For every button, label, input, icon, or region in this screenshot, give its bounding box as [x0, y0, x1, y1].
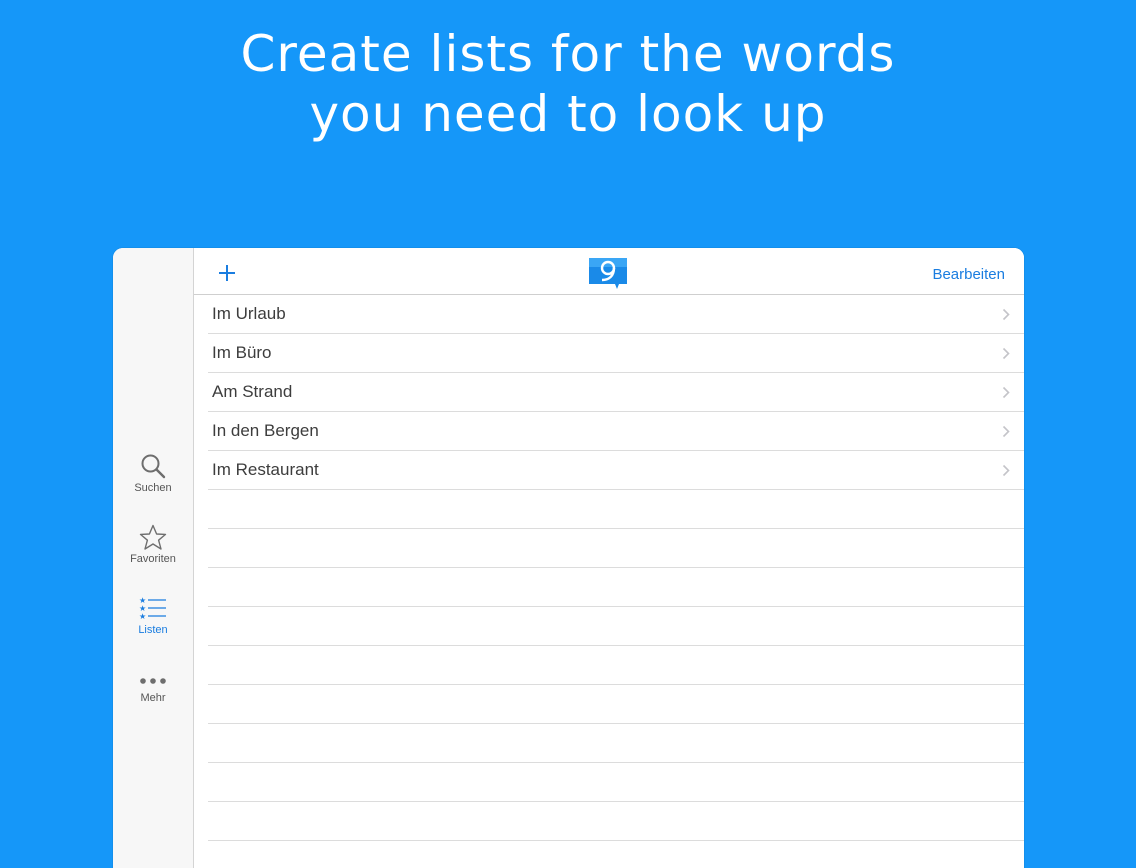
list-item-label: Im Restaurant — [212, 460, 319, 479]
empty-row — [208, 607, 1024, 646]
search-icon — [141, 454, 166, 479]
chevron-right-icon — [1002, 425, 1010, 438]
empty-row — [208, 646, 1024, 685]
headline-line-1: Create lists for the words — [240, 25, 896, 83]
tablet-screen: Suchen Favoriten ★ ★ ★ Listen Mehr Bearb… — [113, 248, 1024, 868]
tab-label: Suchen — [134, 482, 172, 494]
empty-row — [208, 490, 1024, 529]
app-logo-icon — [589, 258, 627, 289]
list-item[interactable]: In den Bergen — [208, 412, 1024, 451]
chevron-right-icon — [1002, 347, 1010, 360]
empty-row — [208, 685, 1024, 724]
plus-icon[interactable] — [216, 261, 238, 283]
chevron-right-icon — [1002, 308, 1010, 321]
chevron-right-icon — [1002, 464, 1010, 477]
empty-row — [208, 763, 1024, 802]
list-item-label: Im Büro — [212, 343, 272, 362]
list-item[interactable]: Im Urlaub — [208, 295, 1024, 334]
chevron-right-icon — [1002, 386, 1010, 399]
list-icon: ★ ★ ★ — [139, 596, 166, 621]
tab-label: Mehr — [140, 692, 166, 704]
headline-line-2: you need to look up — [309, 85, 827, 143]
tab-bar: Suchen Favoriten ★ ★ ★ Listen Mehr — [113, 248, 194, 868]
tab-listen[interactable]: ★ ★ ★ Listen — [113, 595, 193, 636]
tab-label: Listen — [138, 624, 168, 636]
list-item-label: Am Strand — [212, 382, 293, 401]
svg-text:★: ★ — [139, 612, 146, 621]
empty-row — [208, 529, 1024, 568]
edit-button[interactable]: Bearbeiten — [932, 266, 1005, 283]
lists-panel: Bearbeiten Im Urlaub Im Büro Am Strand I… — [194, 248, 1024, 868]
star-icon — [139, 524, 167, 550]
empty-row — [208, 802, 1024, 841]
more-icon — [140, 678, 166, 684]
list-item-label: Im Urlaub — [212, 304, 286, 323]
word-lists: Im Urlaub Im Büro Am Strand In den Berge… — [208, 295, 1024, 841]
list-item[interactable]: Im Büro — [208, 334, 1024, 373]
navigation-bar: Bearbeiten — [194, 248, 1024, 295]
tab-suchen[interactable]: Suchen — [113, 452, 193, 494]
empty-row — [208, 724, 1024, 763]
tab-label: Favoriten — [130, 553, 176, 565]
headline: Create lists for the words you need to l… — [0, 24, 1136, 144]
list-item-label: In den Bergen — [212, 421, 319, 440]
tab-mehr[interactable]: Mehr — [113, 672, 193, 704]
list-item[interactable]: Am Strand — [208, 373, 1024, 412]
list-item[interactable]: Im Restaurant — [208, 451, 1024, 490]
empty-row — [208, 568, 1024, 607]
tab-favoriten[interactable]: Favoriten — [113, 524, 193, 565]
